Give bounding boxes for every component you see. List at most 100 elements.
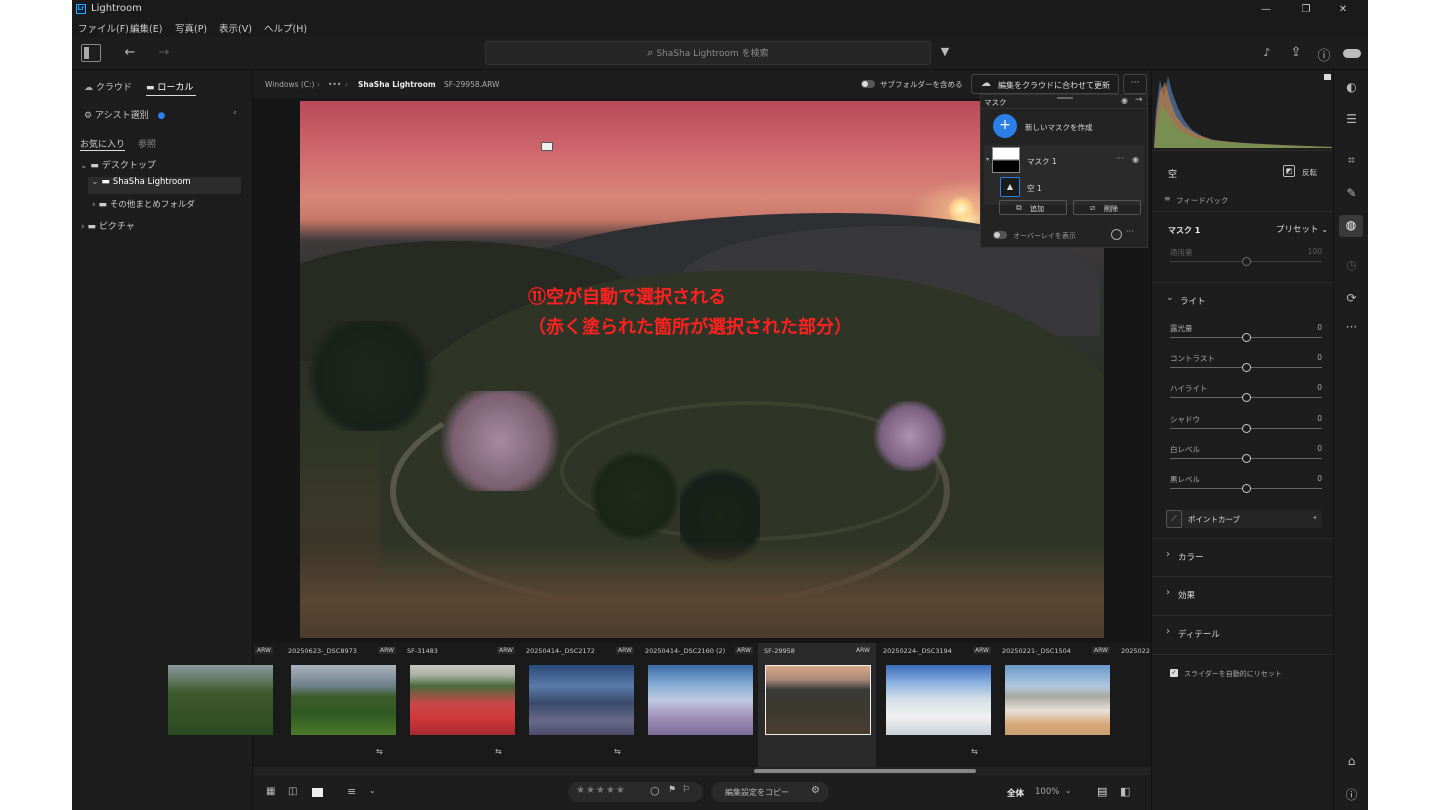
menu-edit[interactable]: 編集(E) xyxy=(130,21,162,35)
tree-item-shasha[interactable]: ⌄ ▬ ShaSha Lightroom xyxy=(88,177,241,194)
collapse-chevron-icon[interactable]: ‹ xyxy=(233,108,237,118)
cloud-update-button[interactable]: ☁ 編集をクラウドに合わせて更新 xyxy=(971,74,1119,94)
crumb-more[interactable]: ••• xyxy=(328,80,341,89)
healing-icon[interactable]: ✎ xyxy=(1334,186,1368,200)
section-detail[interactable]: › ディテール xyxy=(1152,615,1334,653)
overlay-toggle[interactable] xyxy=(993,231,1007,239)
gear-icon[interactable]: ⚙ xyxy=(811,785,820,796)
collapse-arrow-icon[interactable]: → xyxy=(1135,95,1143,105)
chevron-down-icon[interactable]: ⌄ xyxy=(1166,293,1174,303)
tag-icon[interactable]: ⌂ xyxy=(1334,754,1368,768)
filmstrip-item[interactable]: 2025022 xyxy=(1115,643,1151,767)
more-tools-icon[interactable]: ··· xyxy=(1334,320,1368,334)
add-button[interactable]: ⧉ 追加 xyxy=(999,200,1067,215)
filmstrip-item[interactable]: 20250623-_DSC8973 ARW ⇆ xyxy=(282,643,400,767)
fit-button[interactable]: 全体 xyxy=(1007,787,1024,799)
reject-circle-icon[interactable]: ○ xyxy=(650,784,660,797)
filmstrip-item[interactable]: 20250224-_DSC3194 ARW ⇆ xyxy=(877,643,995,767)
contrast-slider[interactable]: コントラスト 0 xyxy=(1166,353,1322,381)
filter-icon[interactable]: ▼ xyxy=(938,45,952,58)
slider-knob[interactable] xyxy=(1242,363,1251,372)
eye-icon[interactable]: ◉ xyxy=(1121,96,1128,105)
mask-more-icon[interactable]: ··· xyxy=(1116,154,1124,163)
minimize-button[interactable]: — xyxy=(1254,2,1278,17)
share-icon[interactable]: ⇪ xyxy=(1288,45,1304,60)
forward-arrow-icon[interactable]: → xyxy=(156,45,172,60)
menu-file[interactable]: ファイル(F) xyxy=(78,21,129,35)
section-color[interactable]: › カラー xyxy=(1152,538,1334,576)
masking-button[interactable]: ◍ xyxy=(1339,215,1363,237)
menu-help[interactable]: ヘルプ(H) xyxy=(264,21,307,35)
flag-icon[interactable]: ⚑ xyxy=(668,785,676,795)
search-input[interactable]: ⌕ ShaSha Lightroom を検索 xyxy=(485,41,931,65)
presets-icon[interactable]: ◐ xyxy=(1334,80,1368,94)
slider-knob[interactable] xyxy=(1242,393,1251,402)
filmstrip-item[interactable]: 20250414-_DSC2160 (2) ARW xyxy=(639,643,757,767)
overlay-more-icon[interactable]: ··· xyxy=(1126,227,1134,236)
amount-slider[interactable]: 適用量 100 xyxy=(1166,247,1322,275)
bell-icon[interactable]: ♪ xyxy=(1260,46,1274,59)
shadows-slider[interactable]: シャドウ 0 xyxy=(1166,414,1322,442)
slider-knob[interactable] xyxy=(1242,454,1251,463)
grid-view-icon[interactable]: ▦ xyxy=(266,786,275,797)
remove-button[interactable]: ⧄ 削除 xyxy=(1073,200,1141,215)
loupe-view-icon[interactable] xyxy=(312,788,323,797)
history-icon[interactable]: ◷ xyxy=(1334,258,1368,272)
point-curve-row[interactable]: ⟋ ポイントカーブ ◂ xyxy=(1166,510,1322,528)
zoom-level[interactable]: 100% xyxy=(1035,787,1059,797)
close-button[interactable]: ✕ xyxy=(1331,2,1355,17)
whites-slider[interactable]: 白レベル 0 xyxy=(1166,444,1322,472)
slider-knob[interactable] xyxy=(1242,484,1251,493)
section-effects[interactable]: › 効果 xyxy=(1152,576,1334,614)
filmstrip-item[interactable]: SF-31483 ARW ⇆ xyxy=(401,643,519,767)
highlights-slider[interactable]: ハイライト 0 xyxy=(1166,383,1322,411)
light-section-label[interactable]: ライト xyxy=(1180,295,1206,307)
mask-pin-icon[interactable] xyxy=(541,142,553,151)
subtab-favorites[interactable]: お気に入り xyxy=(80,137,126,151)
overlay-color-icon[interactable] xyxy=(1111,229,1122,240)
maximize-button[interactable]: ❐ xyxy=(1294,2,1318,17)
crop-icon[interactable]: ⌗ xyxy=(1334,153,1368,168)
menu-photo[interactable]: 写真(P) xyxy=(175,21,207,35)
sky-mask-icon[interactable]: ▲ xyxy=(1000,177,1020,197)
tab-local[interactable]: ▬ ローカル xyxy=(146,80,196,96)
blacks-slider[interactable]: 黒レベル 0 xyxy=(1166,474,1322,502)
more-button[interactable]: ··· xyxy=(1123,74,1147,94)
menu-view[interactable]: 表示(V) xyxy=(219,21,252,35)
drag-handle[interactable] xyxy=(1057,97,1073,99)
create-mask-button[interactable]: + xyxy=(993,114,1017,138)
star-rating[interactable]: ★★★★★ xyxy=(576,785,626,796)
sort-icon[interactable]: ≡ xyxy=(347,785,356,798)
invert-icon[interactable]: ◩ xyxy=(1283,165,1295,177)
sort-chevron-icon[interactable]: ⌄ xyxy=(369,786,376,795)
back-arrow-icon[interactable]: ← xyxy=(122,45,138,60)
filmstrip-item-selected[interactable]: SF-29958 ARW xyxy=(758,643,876,775)
versions-icon[interactable]: ⟳ xyxy=(1334,291,1368,305)
tree-item-desktop[interactable]: ⌄ ▬ デスクトップ xyxy=(80,158,245,171)
panel-toggle-button[interactable] xyxy=(81,44,101,62)
before-after-icon[interactable]: ◧ xyxy=(1120,785,1130,798)
scrollbar-thumb[interactable] xyxy=(754,769,976,773)
reject-flag-icon[interactable]: ⚐ xyxy=(682,785,690,795)
mask-eye-icon[interactable]: ◉ xyxy=(1132,155,1139,164)
copy-settings-button[interactable]: 編集設定をコピー ⚙ xyxy=(711,782,829,802)
compare-view-icon[interactable]: ◫ xyxy=(288,786,297,797)
tab-cloud[interactable]: ☁ クラウド xyxy=(84,80,144,93)
invert-label[interactable]: 反転 xyxy=(1302,167,1317,178)
tree-item-other[interactable]: › ▬ その他まとめフォルダ xyxy=(92,198,242,210)
edit-sliders-icon[interactable]: ☰ xyxy=(1334,112,1368,126)
filmstrip-toggle-icon[interactable]: ▤ xyxy=(1097,785,1107,798)
filmstrip-scrollbar[interactable] xyxy=(253,767,1151,775)
crumb-drive[interactable]: Windows (C:) xyxy=(265,80,314,89)
subtab-browse[interactable]: 参照 xyxy=(138,137,156,150)
slider-knob[interactable] xyxy=(1242,257,1251,266)
filmstrip-item[interactable]: 20250414-_DSC2172 ARW ⇆ xyxy=(520,643,638,767)
cloud-icon[interactable] xyxy=(1343,49,1361,58)
info-icon[interactable]: ⓘ xyxy=(1334,786,1368,803)
crumb-folder[interactable]: ShaSha Lightroom xyxy=(358,80,436,89)
assist-select[interactable]: ⚙ アシスト選別 ● xyxy=(84,108,244,121)
feedback-label[interactable]: フィードバック xyxy=(1176,195,1228,206)
exposure-slider[interactable]: 露光量 0 xyxy=(1166,323,1322,351)
slider-knob[interactable] xyxy=(1242,333,1251,342)
tree-item-pictures[interactable]: › ▬ ピクチャ xyxy=(81,219,241,232)
